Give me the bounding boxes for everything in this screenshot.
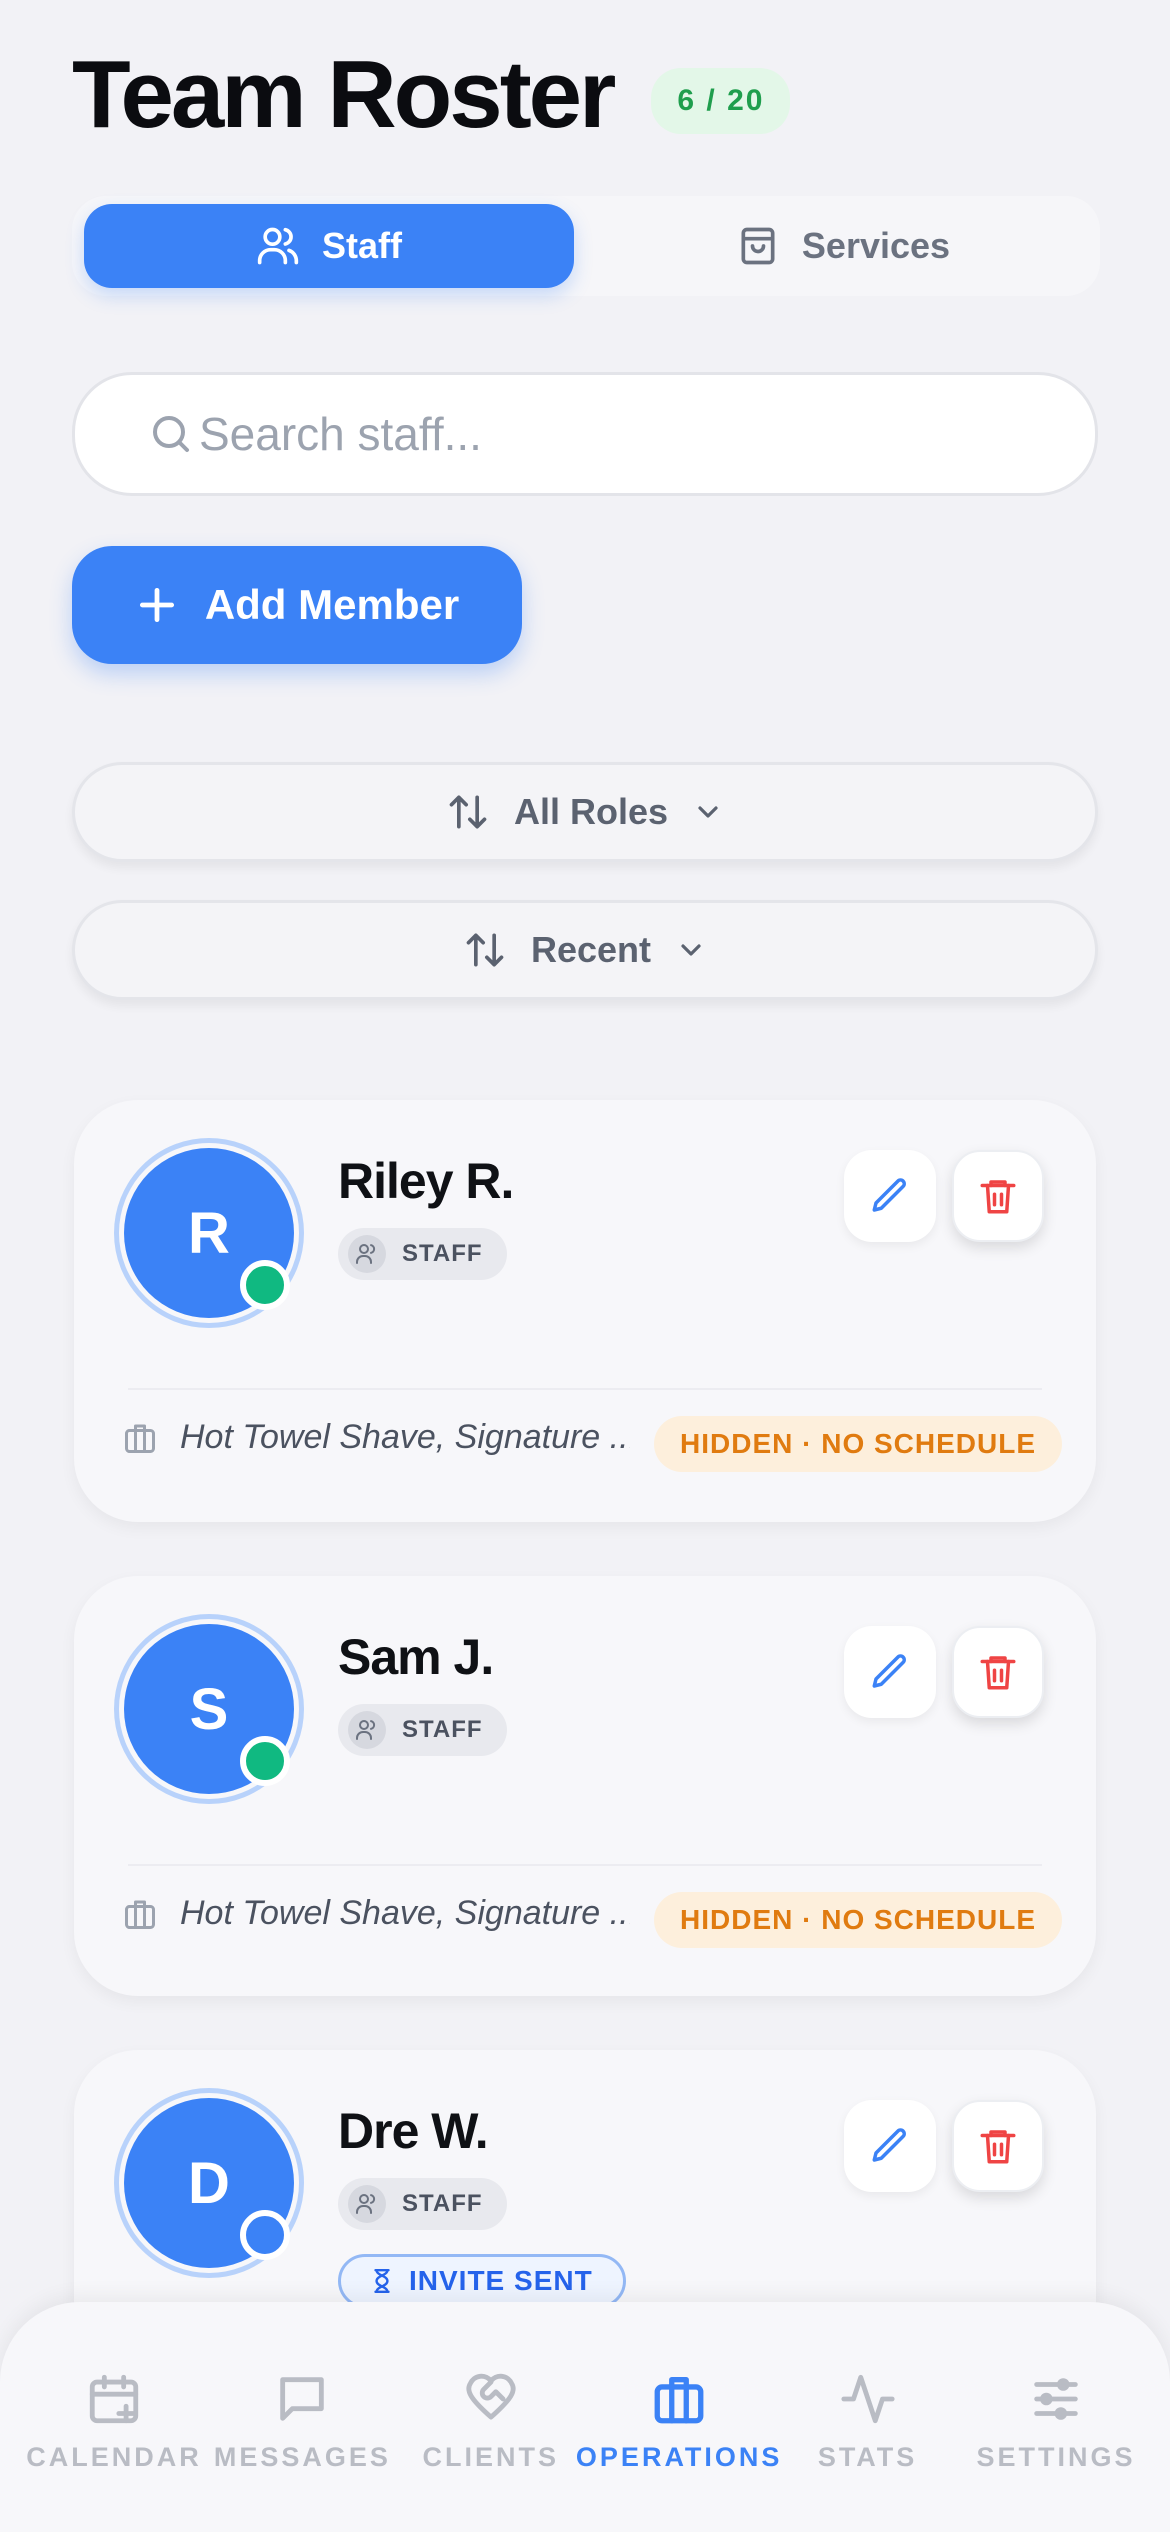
search-icon	[153, 416, 189, 452]
tab-services-label: Services	[801, 225, 951, 266]
delete-button[interactable]	[952, 1626, 1044, 1718]
trash-icon	[980, 1656, 1016, 1690]
role-filter-dropdown[interactable]: All Roles	[72, 762, 1098, 862]
member-name: Riley R.	[338, 1153, 514, 1209]
sort-dropdown[interactable]: Recent	[72, 900, 1098, 1000]
chevron-down-icon	[681, 944, 701, 956]
delete-button[interactable]	[952, 2100, 1044, 2192]
sort-arrows-icon	[449, 795, 487, 829]
member-count-badge: 6 / 20	[651, 68, 791, 134]
nav-item-operations[interactable]: OPERATIONS	[576, 2370, 779, 2532]
role-chip: STAFF	[338, 2178, 507, 2230]
sliders-icon	[1034, 2378, 1078, 2420]
nav-item-stats[interactable]: STATS	[778, 2370, 958, 2532]
services-list: Hot Towel Shave, Signature ...	[180, 1418, 630, 1456]
role-label: STAFF	[402, 1240, 483, 1267]
add-member-label: Add Member	[204, 581, 460, 628]
trash-icon	[980, 1180, 1016, 1214]
sort-label: Recent	[530, 929, 652, 970]
activity-icon	[840, 2374, 895, 2424]
nav-label: CALENDAR	[26, 2442, 202, 2472]
sort-arrows-icon	[466, 933, 504, 967]
invited-status-dot	[240, 2210, 290, 2260]
online-status-dot	[240, 1260, 290, 1310]
invite-status-chip: INVITE SENT	[338, 2254, 626, 2308]
role-label: STAFF	[402, 2190, 483, 2217]
role-chip: STAFF	[338, 1228, 507, 1280]
chevron-down-icon	[698, 806, 718, 818]
page-title: Team Roster	[72, 41, 616, 148]
pencil-icon	[872, 2128, 906, 2162]
pencil-icon	[872, 1178, 906, 1212]
visibility-badge: HIDDEN · NO SCHEDULE	[654, 1416, 1063, 1472]
role-label: STAFF	[402, 1716, 483, 1743]
services-list: Hot Towel Shave, Signature ...	[180, 1894, 630, 1932]
users-icon	[257, 227, 299, 265]
users-icon	[356, 2194, 376, 2214]
briefcase-icon	[125, 1424, 155, 1453]
divider	[128, 1388, 1042, 1390]
member-name: Sam J.	[338, 1629, 494, 1685]
segmented-tabs: Staff Services	[72, 196, 1100, 296]
search-bar	[72, 372, 1098, 496]
hourglass-icon	[374, 2268, 390, 2294]
briefcase-icon	[125, 1900, 155, 1929]
member-name: Dre W.	[338, 2103, 489, 2159]
trash-icon	[980, 2130, 1016, 2164]
role-chip: STAFF	[338, 1704, 507, 1756]
users-icon	[356, 1244, 376, 1264]
nav-item-clients[interactable]: CLIENTS	[401, 2370, 581, 2532]
invite-status-label: INVITE SENT	[409, 2265, 593, 2296]
edit-button[interactable]	[844, 1150, 936, 1242]
shopping-bag-icon	[741, 227, 775, 265]
message-square-icon	[280, 2377, 325, 2421]
header: Team Roster 6 / 20	[72, 40, 791, 150]
member-card[interactable]: R Riley R. STAFF Hot Towel Shave, Signat…	[74, 1100, 1096, 1522]
tab-services[interactable]: Services	[598, 204, 1088, 288]
online-status-dot	[240, 1736, 290, 1786]
tab-staff-label: Staff	[322, 225, 402, 266]
edit-button[interactable]	[844, 2100, 936, 2192]
heart-handshake-icon	[466, 2373, 516, 2420]
add-member-button[interactable]: Add Member	[72, 546, 522, 664]
services-row: Hot Towel Shave, Signature ...	[122, 1894, 630, 1933]
nav-label: SETTINGS	[976, 2442, 1136, 2472]
nav-item-messages[interactable]: MESSAGES	[212, 2370, 392, 2532]
edit-button[interactable]	[844, 1626, 936, 1718]
pencil-icon	[872, 1654, 906, 1688]
nav-item-calendar[interactable]: CALENDAR	[24, 2370, 204, 2532]
tab-staff[interactable]: Staff	[84, 204, 574, 288]
screen: Team Roster 6 / 20 Staff Services Add Me…	[0, 0, 1170, 2532]
bottom-nav: CALENDAR MESSAGES CLIENTS OPERATIONS STA…	[0, 2302, 1170, 2532]
search-input[interactable]	[199, 407, 1059, 461]
services-row: Hot Towel Shave, Signature ...	[122, 1418, 630, 1457]
visibility-badge: HIDDEN · NO SCHEDULE	[654, 1892, 1063, 1948]
plus-icon	[139, 587, 174, 623]
nav-item-settings[interactable]: SETTINGS	[966, 2370, 1146, 2532]
users-icon	[356, 1720, 376, 1740]
role-filter-label: All Roles	[513, 791, 669, 832]
divider	[128, 1864, 1042, 1866]
delete-button[interactable]	[952, 1150, 1044, 1242]
member-card[interactable]: S Sam J. STAFF Hot Towel Shave, Signatur…	[74, 1576, 1096, 1996]
calendar-plus-icon	[89, 2374, 139, 2424]
nav-label: STATS	[817, 2442, 918, 2472]
nav-label: OPERATIONS	[575, 2442, 783, 2472]
briefcase-icon	[654, 2377, 704, 2424]
nav-label: CLIENTS	[422, 2442, 560, 2472]
nav-label: MESSAGES	[213, 2442, 391, 2472]
